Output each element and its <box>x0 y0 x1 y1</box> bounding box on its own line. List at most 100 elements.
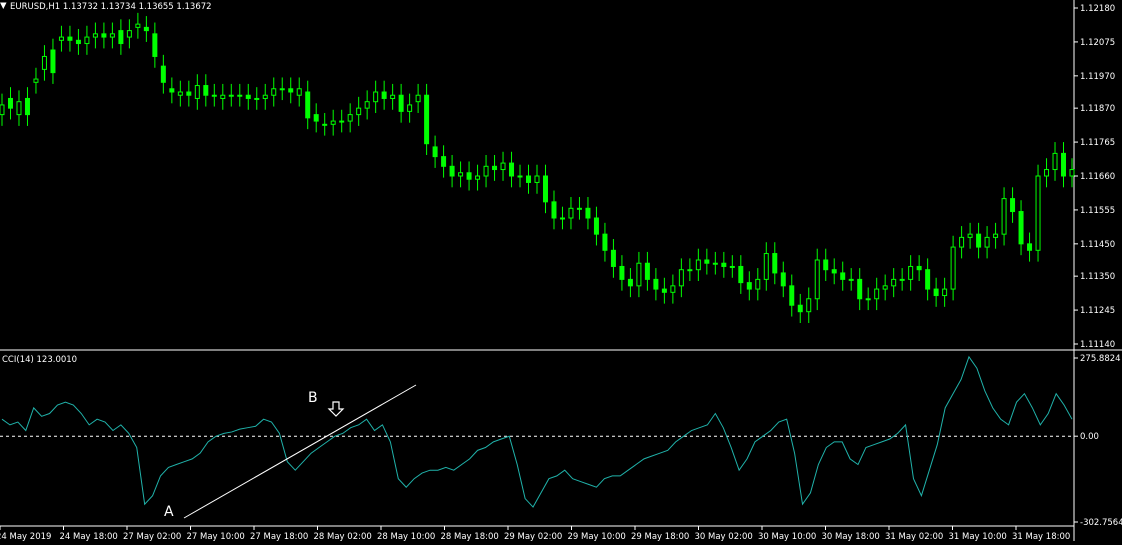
candle-body <box>602 233 608 251</box>
candle-body <box>84 36 90 45</box>
chart-canvas: ▼ EURUSD,H1 1.13732 1.13734 1.13655 1.13… <box>0 0 1122 542</box>
candle-body <box>330 120 336 125</box>
header-arrow-icon[interactable]: ▼ <box>0 1 7 11</box>
time-tick-label: 27 May 02:00 <box>123 532 181 541</box>
candle-body <box>797 304 803 313</box>
candle-body <box>152 33 158 57</box>
candle-body <box>814 259 820 300</box>
candle-body <box>865 298 871 301</box>
time-tick-label: 28 May 02:00 <box>314 532 372 541</box>
candle-body <box>220 94 226 99</box>
candle-body <box>135 23 141 28</box>
candle-body <box>610 249 616 267</box>
symbol-header: EURUSD,H1 1.13732 1.13734 1.13655 1.1367… <box>10 2 212 12</box>
price-tick-label: 1.11140 <box>1080 340 1115 350</box>
candle-body <box>746 282 752 290</box>
candle-body <box>942 288 948 297</box>
candle-body <box>75 39 81 45</box>
candle-body <box>857 278 863 300</box>
candle-body <box>729 265 735 268</box>
candle-body <box>390 94 396 99</box>
price-tick-label: 1.11765 <box>1080 138 1115 148</box>
price-tick-label: 1.12075 <box>1080 38 1115 48</box>
candle-body <box>627 278 633 287</box>
candle-body <box>407 104 413 112</box>
candle-body <box>993 233 999 238</box>
candle-body <box>475 175 481 180</box>
candle-body <box>424 94 430 145</box>
candle-body <box>449 165 455 177</box>
point-a-label: A <box>164 504 174 520</box>
candle-body <box>313 114 319 122</box>
price-tick-label: 1.11555 <box>1080 206 1115 216</box>
candle-body <box>542 175 548 203</box>
candle-body <box>160 65 166 83</box>
candle-body <box>899 278 905 281</box>
candle-body <box>780 272 786 287</box>
time-tick-label: 30 May 18:00 <box>822 532 880 541</box>
candle-body <box>551 201 557 219</box>
time-tick-label: 27 May 10:00 <box>187 532 245 541</box>
candle <box>1035 164 1041 262</box>
candle-body <box>262 94 268 99</box>
candle-body <box>441 156 447 167</box>
price-tick-label: 1.12180 <box>1080 4 1115 14</box>
candle-body <box>772 253 778 274</box>
candle-body <box>1010 198 1016 213</box>
candle-body <box>670 285 676 293</box>
candle-body <box>568 207 574 219</box>
cci-tick-label: 0.00 <box>1080 432 1099 442</box>
price-tick-label: 1.11450 <box>1080 240 1115 250</box>
time-tick-label: 24 May 18:00 <box>60 532 118 541</box>
candle-body <box>585 207 591 219</box>
candle-body <box>687 269 693 272</box>
candle-body <box>381 91 387 99</box>
time-tick-label: 27 May 18:00 <box>250 532 308 541</box>
candle-body <box>50 49 56 74</box>
price-tick-label: 1.11660 <box>1080 172 1115 182</box>
candle-body <box>33 78 39 83</box>
time-tick-label: 30 May 02:00 <box>695 532 753 541</box>
candle-body <box>526 175 532 183</box>
candle-body <box>109 33 115 38</box>
candle-body <box>1001 198 1007 235</box>
candle-body <box>237 94 243 97</box>
candle-body <box>228 94 234 97</box>
candle-body <box>831 269 837 274</box>
candle-body <box>186 91 192 96</box>
candle-body <box>296 88 302 96</box>
candle-body <box>373 91 379 103</box>
candle-body <box>517 175 523 178</box>
candle-body <box>254 97 260 100</box>
candle-body <box>398 94 404 112</box>
candle-body <box>483 165 489 177</box>
price-tick-label: 1.11350 <box>1080 272 1115 282</box>
price-tick-label: 1.11970 <box>1080 72 1115 82</box>
candle-body <box>466 172 472 180</box>
candle-body <box>695 259 701 271</box>
time-tick-label: 28 May 18:00 <box>441 532 499 541</box>
candle-body <box>41 55 47 70</box>
candle-body <box>101 33 107 38</box>
candle-body <box>67 36 73 41</box>
candle-body <box>576 207 582 210</box>
candle-body <box>126 30 132 38</box>
time-tick-label: 29 May 02:00 <box>504 532 562 541</box>
candle-body <box>882 285 888 290</box>
candle-body <box>1044 169 1050 177</box>
candle-body <box>763 253 769 280</box>
candle-body <box>874 288 880 300</box>
candle-body <box>950 246 956 290</box>
candle-body <box>194 85 200 99</box>
candle-body <box>177 91 183 96</box>
candle-body <box>279 88 285 91</box>
candle-body <box>559 217 565 220</box>
candle-body <box>211 94 217 97</box>
candle-body <box>92 33 98 38</box>
candle-body <box>169 88 175 93</box>
candle-body <box>925 269 931 290</box>
candle-body <box>458 172 464 177</box>
candle-body <box>636 262 642 287</box>
time-tick-label: 28 May 10:00 <box>377 532 435 541</box>
candle-body <box>916 265 922 271</box>
